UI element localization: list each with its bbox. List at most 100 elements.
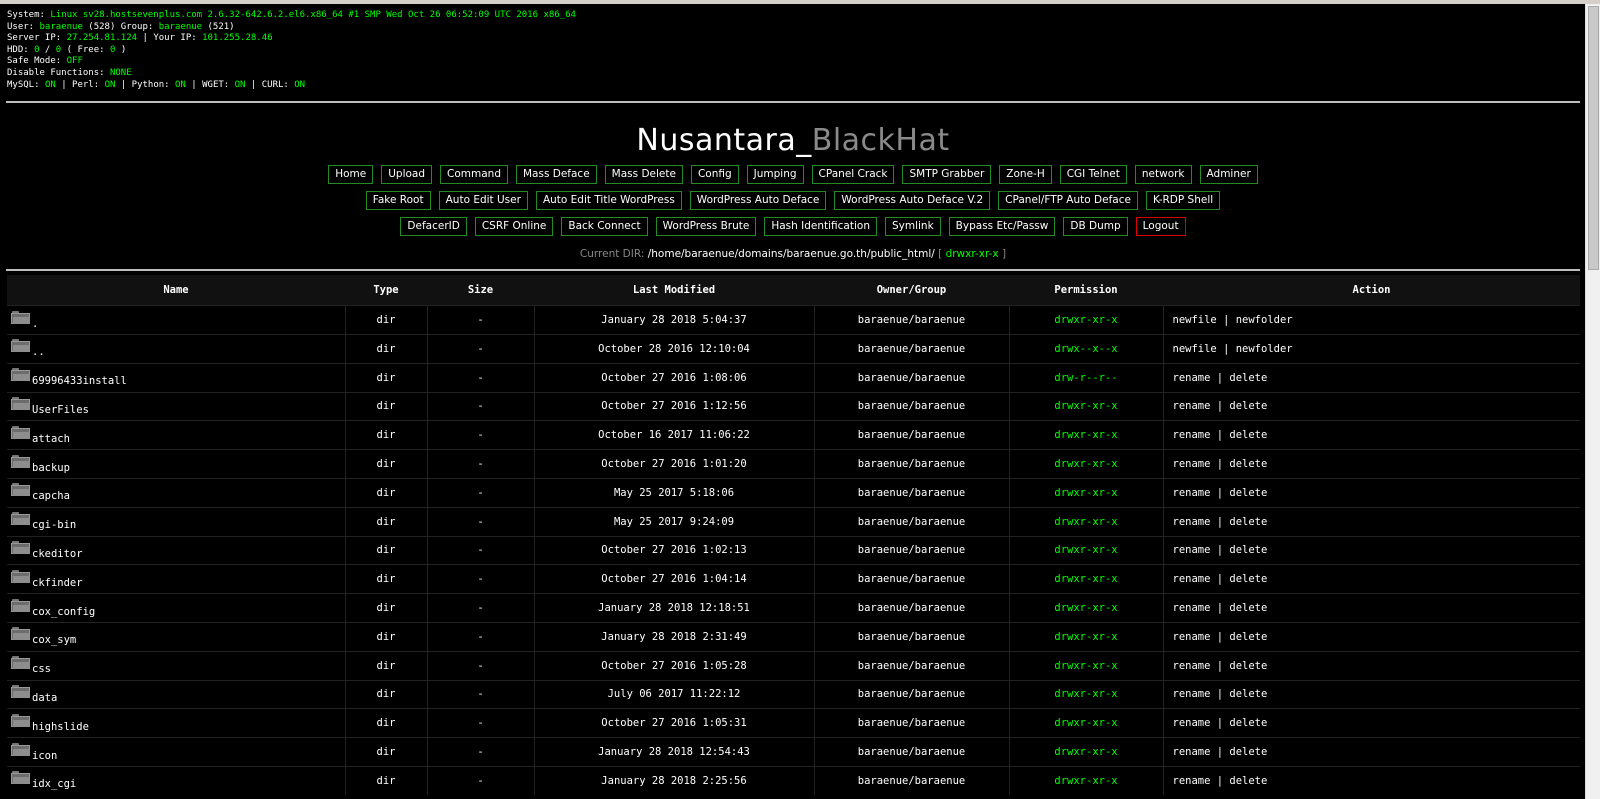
- menu-network-button[interactable]: network: [1134, 165, 1192, 185]
- file-name[interactable]: data: [32, 692, 57, 704]
- file-name[interactable]: ..: [32, 346, 45, 358]
- cell-action[interactable]: rename | delete: [1163, 391, 1580, 421]
- cell-permission[interactable]: drwxr-xr-x: [1009, 593, 1164, 623]
- scrollbar-thumb[interactable]: [1588, 6, 1599, 270]
- cell-permission[interactable]: drw-r--r--: [1009, 362, 1164, 393]
- cell-action[interactable]: rename | delete: [1163, 449, 1580, 479]
- menu-symlink-button[interactable]: Symlink: [884, 217, 941, 237]
- file-name[interactable]: highslide: [32, 721, 89, 733]
- menu-bypass-etc-passw-button[interactable]: Bypass Etc/Passw: [948, 217, 1056, 237]
- cell-name[interactable]: .: [7, 305, 346, 335]
- cell-permission[interactable]: drwxr-xr-x: [1009, 737, 1164, 767]
- menu-zone-h-button[interactable]: Zone-H: [999, 165, 1052, 185]
- cell-permission[interactable]: drwxr-xr-x: [1009, 506, 1164, 537]
- menu-cgi-telnet-button[interactable]: CGI Telnet: [1059, 165, 1127, 185]
- menu-upload-button[interactable]: Upload: [381, 165, 433, 185]
- menu-db-dump-button[interactable]: DB Dump: [1063, 217, 1128, 237]
- cell-action[interactable]: rename | delete: [1163, 737, 1580, 767]
- file-name[interactable]: idx_cgi: [32, 778, 76, 790]
- cell-name[interactable]: 69996433install: [7, 362, 346, 393]
- cell-name[interactable]: UserFiles: [7, 391, 346, 421]
- menu-command-button[interactable]: Command: [440, 165, 508, 185]
- cell-permission[interactable]: drwxr-xr-x: [1009, 679, 1164, 709]
- cell-action[interactable]: rename | delete: [1163, 506, 1580, 537]
- cell-action[interactable]: newfile | newfolder: [1163, 333, 1580, 364]
- file-name[interactable]: cgi-bin: [32, 519, 76, 531]
- logout-button[interactable]: Logout: [1135, 217, 1186, 237]
- cell-name[interactable]: capcha: [7, 477, 346, 508]
- cell-permission[interactable]: drwxr-xr-x: [1009, 449, 1164, 479]
- menu-mass-delete-button[interactable]: Mass Delete: [604, 165, 683, 185]
- cell-action[interactable]: rename | delete: [1163, 535, 1580, 565]
- cell-name[interactable]: cox_config: [7, 593, 346, 623]
- cell-name[interactable]: backup: [7, 449, 346, 479]
- menu-cpanel-ftp-auto-deface-button[interactable]: CPanel/FTP Auto Deface: [998, 191, 1138, 211]
- menu-smtp-grabber-button[interactable]: SMTP Grabber: [902, 165, 992, 185]
- menu-jumping-button[interactable]: Jumping: [746, 165, 804, 185]
- menu-cpanel-crack-button[interactable]: CPanel Crack: [811, 165, 895, 185]
- file-name[interactable]: cox_sym: [32, 634, 76, 646]
- file-name[interactable]: UserFiles: [32, 404, 89, 416]
- file-name[interactable]: attach: [32, 433, 70, 445]
- current-dir-path[interactable]: /home/baraenue/domains/baraenue.go.th/pu…: [648, 248, 935, 260]
- cell-name[interactable]: data: [7, 679, 346, 709]
- menu-home-button[interactable]: Home: [328, 165, 374, 185]
- cell-name[interactable]: cgi-bin: [7, 506, 346, 537]
- cell-permission[interactable]: drwx--x--x: [1009, 333, 1164, 364]
- menu-wordpress-auto-deface-v-2-button[interactable]: WordPress Auto Deface V.2: [834, 191, 991, 211]
- cell-name[interactable]: cox_sym: [7, 621, 346, 652]
- vertical-scrollbar[interactable]: [1585, 4, 1600, 799]
- cell-name[interactable]: ..: [7, 333, 346, 364]
- cell-action[interactable]: rename | delete: [1163, 708, 1580, 738]
- menu-k-rdp-shell-button[interactable]: K-RDP Shell: [1145, 191, 1221, 211]
- file-name[interactable]: 69996433install: [32, 375, 127, 387]
- cell-permission[interactable]: drwxr-xr-x: [1009, 650, 1164, 681]
- menu-wordpress-brute-button[interactable]: WordPress Brute: [655, 217, 757, 237]
- cell-name[interactable]: ckfinder: [7, 564, 346, 594]
- cell-action[interactable]: rename | delete: [1163, 621, 1580, 652]
- cell-action[interactable]: rename | delete: [1163, 420, 1580, 450]
- cell-name[interactable]: ckeditor: [7, 535, 346, 565]
- menu-auto-edit-title-wordpress-button[interactable]: Auto Edit Title WordPress: [535, 191, 682, 211]
- cell-permission[interactable]: drwxr-xr-x: [1009, 391, 1164, 421]
- menu-auto-edit-user-button[interactable]: Auto Edit User: [438, 191, 528, 211]
- cell-permission[interactable]: drwxr-xr-x: [1009, 564, 1164, 594]
- cell-action[interactable]: rename | delete: [1163, 765, 1580, 795]
- cell-permission[interactable]: drwxr-xr-x: [1009, 765, 1164, 795]
- cell-action[interactable]: rename | delete: [1163, 477, 1580, 508]
- cell-permission[interactable]: drwxr-xr-x: [1009, 305, 1164, 335]
- cell-permission[interactable]: drwxr-xr-x: [1009, 420, 1164, 450]
- menu-back-connect-button[interactable]: Back Connect: [561, 217, 648, 237]
- cell-action[interactable]: rename | delete: [1163, 679, 1580, 709]
- cell-permission[interactable]: drwxr-xr-x: [1009, 477, 1164, 508]
- cell-action[interactable]: newfile | newfolder: [1163, 305, 1580, 335]
- file-name[interactable]: css: [32, 663, 51, 675]
- file-name[interactable]: icon: [32, 750, 57, 762]
- menu-defacerid-button[interactable]: DefacerID: [400, 217, 467, 237]
- file-name[interactable]: .: [32, 318, 38, 330]
- menu-config-button[interactable]: Config: [690, 165, 739, 185]
- file-name[interactable]: backup: [32, 462, 70, 474]
- cell-action[interactable]: rename | delete: [1163, 593, 1580, 623]
- menu-hash-identification-button[interactable]: Hash Identification: [764, 217, 877, 237]
- cell-permission[interactable]: drwxr-xr-x: [1009, 708, 1164, 738]
- file-name[interactable]: ckeditor: [32, 548, 83, 560]
- menu-wordpress-auto-deface-button[interactable]: WordPress Auto Deface: [689, 191, 827, 211]
- cell-action[interactable]: rename | delete: [1163, 362, 1580, 393]
- cell-name[interactable]: attach: [7, 420, 346, 450]
- cell-name[interactable]: highslide: [7, 708, 346, 738]
- cell-name[interactable]: css: [7, 650, 346, 681]
- menu-fake-root-button[interactable]: Fake Root: [365, 191, 431, 211]
- menu-csrf-online-button[interactable]: CSRF Online: [474, 217, 554, 237]
- cell-action[interactable]: rename | delete: [1163, 650, 1580, 681]
- menu-adminer-button[interactable]: Adminer: [1199, 165, 1258, 185]
- cell-permission[interactable]: drwxr-xr-x: [1009, 535, 1164, 565]
- file-name[interactable]: capcha: [32, 490, 70, 502]
- menu-mass-deface-button[interactable]: Mass Deface: [515, 165, 597, 185]
- cell-permission[interactable]: drwxr-xr-x: [1009, 621, 1164, 652]
- cell-action[interactable]: rename | delete: [1163, 564, 1580, 594]
- file-name[interactable]: cox_config: [32, 606, 95, 618]
- cell-name[interactable]: idx_cgi: [7, 765, 346, 795]
- file-name[interactable]: ckfinder: [32, 577, 83, 589]
- cell-name[interactable]: icon: [7, 737, 346, 767]
